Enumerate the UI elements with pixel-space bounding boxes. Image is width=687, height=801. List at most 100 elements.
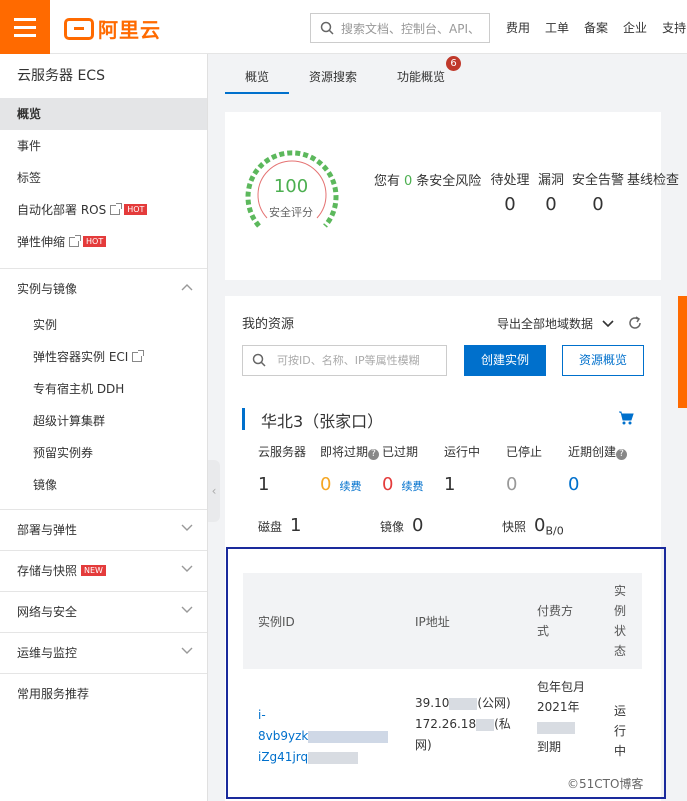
instance-id-part: iZg41jrq (258, 750, 309, 764)
cart-icon[interactable] (618, 411, 634, 425)
nav-tickets[interactable]: 工单 (545, 19, 569, 36)
stat-value: 0 (568, 474, 580, 495)
sidebar-item-label: 标签 (17, 171, 42, 185)
tab-label: 概览 (245, 70, 270, 84)
export-dropdown[interactable]: 导出全部地域数据 (497, 315, 614, 332)
instance-ip: 39.10 (公网) 172.26.18 (私网) (415, 693, 515, 756)
sidebar-item-scc[interactable]: 超级计算集群 (0, 405, 207, 437)
risk-alerts[interactable]: 安全告警 0 (569, 169, 627, 215)
sidebar-item-label: 镜像 (33, 478, 58, 492)
instance-id-part: 8vb9yzk (258, 729, 309, 743)
sidebar-item-ddh[interactable]: 专有宿主机 DDH (0, 373, 207, 405)
help-icon[interactable]: ? (368, 449, 380, 460)
redacted-mask (308, 730, 389, 743)
risk-col-label: 漏洞 (537, 173, 564, 188)
hot-badge: HOT (83, 236, 107, 247)
resource-search-input[interactable]: 可按ID、名称、IP等属性模糊 (242, 345, 447, 376)
col-header-ip: IP地址 (415, 615, 450, 629)
sidebar-group-instances[interactable]: 实例与镜像 (0, 268, 207, 309)
sidebar-item-label: 弹性伸缩 (17, 235, 66, 249)
security-score-gauge[interactable]: 100 安全评分 (241, 146, 343, 238)
sidebar-item-label: 预留实例券 (33, 446, 94, 460)
stat-label: 磁盘 (258, 520, 283, 534)
sidebar-item-events[interactable]: 事件 (0, 130, 207, 162)
sidebar-item-overview[interactable]: 概览 (0, 98, 207, 130)
sidebar-group-network[interactable]: 网络与安全 (0, 591, 207, 632)
tab-features[interactable]: 功能概览 6 (377, 56, 465, 94)
external-link-icon (110, 203, 123, 215)
sidebar-item-eci[interactable]: 弹性容器实例 ECI (0, 341, 207, 373)
stat-value: 0 (412, 515, 424, 536)
sidebar-item-images[interactable]: 镜像 (0, 469, 207, 501)
hamburger-menu-button[interactable] (0, 0, 50, 54)
watermark: ©51CTO博客 (567, 775, 644, 792)
sidebar-item-autoscaling[interactable]: 弹性伸缩 HOT (0, 226, 207, 258)
stat-expired[interactable]: 已过期 0 续费 (382, 443, 444, 495)
tab-overview[interactable]: 概览 (225, 62, 290, 94)
region-name: 华北3（张家口） (261, 412, 384, 431)
nav-icp[interactable]: 备案 (584, 19, 608, 36)
stat-value: 0 (382, 474, 394, 495)
stat-value: 1 (258, 474, 270, 495)
help-icon[interactable]: ? (616, 449, 628, 460)
stat-label: 已停止 (506, 445, 543, 459)
instance-id-link[interactable]: i- 8vb9yzk iZg41jrq (258, 705, 398, 768)
create-instance-button[interactable]: 创建实例 (464, 345, 546, 376)
nav-support[interactable]: 支持 (662, 19, 686, 36)
sidebar-group-label: 运维与监控 (17, 646, 78, 660)
security-risk-columns: 待处理 0 漏洞 0 安全告警 0 基线检查 (487, 169, 680, 215)
sidebar-group-recommend[interactable]: 常用服务推荐 (0, 673, 207, 714)
stat-images[interactable]: 镜像 0 (380, 515, 502, 537)
sidebar-item-label: 专有宿主机 DDH (33, 382, 125, 396)
instance-table: 实例ID IP地址 付费方式 实例状态 i- 8vb9yzk iZg41jrq … (243, 573, 642, 799)
stat-label: 即将过期 (320, 445, 369, 459)
sidebar-item-ros[interactable]: 自动化部署 ROS HOT (0, 194, 207, 226)
renew-link[interactable]: 续费 (339, 480, 361, 493)
sidebar-item-tags[interactable]: 标签 (0, 162, 207, 194)
sidebar-item-reserved[interactable]: 预留实例券 (0, 437, 207, 469)
tab-resource-search[interactable]: 资源搜索 (289, 62, 377, 94)
stat-label: 已过期 (382, 445, 419, 459)
billing-info: 包年包月 2021年 到期 (537, 677, 585, 757)
stat-snapshots[interactable]: 快照 0B/0 (502, 515, 624, 537)
nav-enterprise[interactable]: 企业 (623, 19, 647, 36)
stat-value: 1 (290, 515, 302, 536)
storage-stats: 磁盘 1 镜像 0 快照 0B/0 (258, 515, 624, 537)
side-promo-strip[interactable] (678, 296, 687, 408)
global-search-input[interactable]: 搜索文档、控制台、API、 (310, 13, 490, 43)
sidebar-group-storage[interactable]: 存储与快照 NEW (0, 550, 207, 591)
private-ip: 172.26.18 (415, 717, 477, 731)
security-risk-summary: 您有 0 条安全风险 (374, 170, 481, 189)
stat-value: 0 (320, 474, 332, 495)
sidebar-collapse-handle[interactable]: ‹ (208, 460, 220, 522)
risk-baseline[interactable]: 基线检查 (627, 169, 680, 215)
stat-stopped[interactable]: 已停止 0 (506, 443, 568, 495)
resource-overview-button[interactable]: 资源概览 (562, 345, 644, 376)
sidebar-group-ops[interactable]: 运维与监控 (0, 632, 207, 673)
renew-link[interactable]: 续费 (401, 480, 423, 493)
stat-running[interactable]: 运行中 1 (444, 443, 506, 495)
risk-col-label: 基线检查 (627, 173, 680, 188)
aliyun-logo[interactable]: 阿里云 (64, 14, 161, 43)
stat-value: 0 (534, 515, 546, 536)
region-accent (242, 408, 245, 430)
external-link-icon (132, 350, 145, 362)
stat-disks[interactable]: 磁盘 1 (258, 515, 380, 537)
stat-servers[interactable]: 云服务器 1 (258, 443, 320, 495)
refresh-icon[interactable] (628, 316, 642, 330)
risk-pending[interactable]: 待处理 0 (487, 169, 533, 215)
stat-recent[interactable]: 近期创建? 0 (568, 443, 630, 495)
sidebar-group-deploy[interactable]: 部署与弹性 (0, 509, 207, 550)
chevron-down-icon (181, 524, 193, 531)
sidebar-item-instances[interactable]: 实例 (0, 309, 207, 341)
risk-col-value: 0 (592, 194, 604, 215)
risk-count[interactable]: 0 (404, 174, 412, 189)
col-header-billing: 付费方式 (537, 604, 574, 638)
sidebar-group-label: 部署与弹性 (17, 523, 78, 537)
risk-vulnerabilities[interactable]: 漏洞 0 (533, 169, 569, 215)
expiry-year: 2021年 (537, 700, 580, 714)
nav-billing[interactable]: 费用 (506, 19, 530, 36)
redacted-mask (308, 751, 359, 764)
stat-expiring[interactable]: 即将过期? 0 续费 (320, 443, 382, 495)
expiry-label: 到期 (537, 740, 562, 754)
